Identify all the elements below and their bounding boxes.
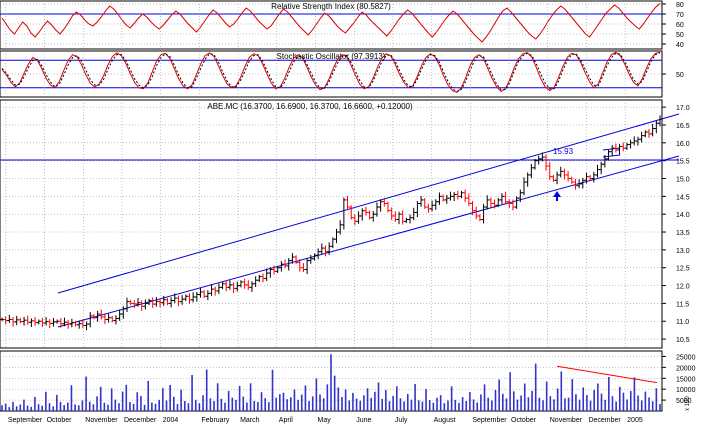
x-tick-label: August: [434, 417, 456, 424]
x-tick-label: July: [395, 417, 408, 424]
price-y-ticks: 17.016.516.015.515.014.514.013.513.012.5…: [662, 105, 690, 344]
y-tick-label: 11.5: [676, 301, 689, 308]
x-tick-label: November: [85, 417, 118, 424]
x-tick-label: April: [279, 417, 293, 424]
y-tick-label: 15.0: [676, 177, 690, 184]
y-tick-label: 60: [676, 22, 684, 29]
y-tick-label: 14.0: [676, 212, 690, 219]
y-tick-label: 25000: [676, 354, 696, 361]
stock-chart: 80 70 60 50 40 Relative Strength Index (80.5…: [0, 0, 696, 424]
x-tick-label: June: [356, 417, 371, 424]
x-tick-label: March: [240, 417, 260, 424]
y-tick-label: 80: [676, 2, 684, 9]
y-tick-label: 10000: [676, 387, 696, 394]
y-tick-label: 11.0: [676, 319, 689, 326]
x-tick-label: February: [201, 417, 230, 424]
y-tick-label: 20000: [676, 365, 696, 372]
x-tick-label: September: [472, 417, 507, 424]
volume-panel: 250002000015000100005000 x 100: [0, 350, 696, 412]
y-tick-label: 16.0: [676, 141, 690, 148]
y-tick-label: 13.0: [676, 248, 690, 255]
y-tick-label: 14.5: [676, 194, 690, 201]
x-tick-label: 2004: [163, 417, 179, 424]
y-tick-label: 70: [676, 12, 684, 19]
rsi-title: Relative Strength Index (80.5827): [271, 2, 391, 11]
price-frame: [0, 99, 663, 349]
price-title: ABE.MC (16.3700, 16.6900, 16.3700, 16.66…: [207, 102, 413, 111]
y-tick-label: 10.5: [676, 337, 690, 344]
y-tick-label: 16.5: [676, 123, 690, 130]
y-tick-label: 40: [676, 42, 684, 49]
y-tick-label: 15000: [676, 376, 696, 383]
resistance-label: 15.93: [553, 147, 574, 156]
rsi-panel: 80 70 60 50 40 Relative Strength Index (80.5…: [0, 0, 684, 55]
y-tick-label: 17.0: [676, 105, 690, 112]
rsi-y-ticks: 80 70 60 50 40: [662, 2, 684, 49]
x-tick-label: December: [124, 417, 157, 424]
x-tick-label: September: [8, 417, 43, 424]
x-tick-label: 2005: [627, 417, 643, 424]
x-tick-label: December: [588, 417, 621, 424]
x-tick-label: November: [550, 417, 583, 424]
x-tick-label: October: [47, 417, 73, 424]
stochastic-panel: 50 Stochastic Oscillator (97.3913): [0, 50, 684, 98]
y-tick-label: 50: [676, 32, 684, 39]
x-axis-labels: September October November December 2004 Febr…: [8, 417, 643, 424]
volume-scale-label: x 100: [685, 396, 691, 411]
chart-window: 80 70 60 50 40 Relative Strength Index (80.5…: [0, 0, 711, 425]
stochastic-y-ticks: 50: [662, 72, 684, 79]
x-tick-label: May: [318, 417, 332, 424]
x-tick-label: October: [511, 417, 537, 424]
y-tick-label: 50: [676, 72, 684, 79]
y-tick-label: 12.5: [676, 266, 690, 273]
y-tick-label: 13.5: [676, 230, 690, 237]
y-tick-label: 12.0: [676, 284, 690, 291]
